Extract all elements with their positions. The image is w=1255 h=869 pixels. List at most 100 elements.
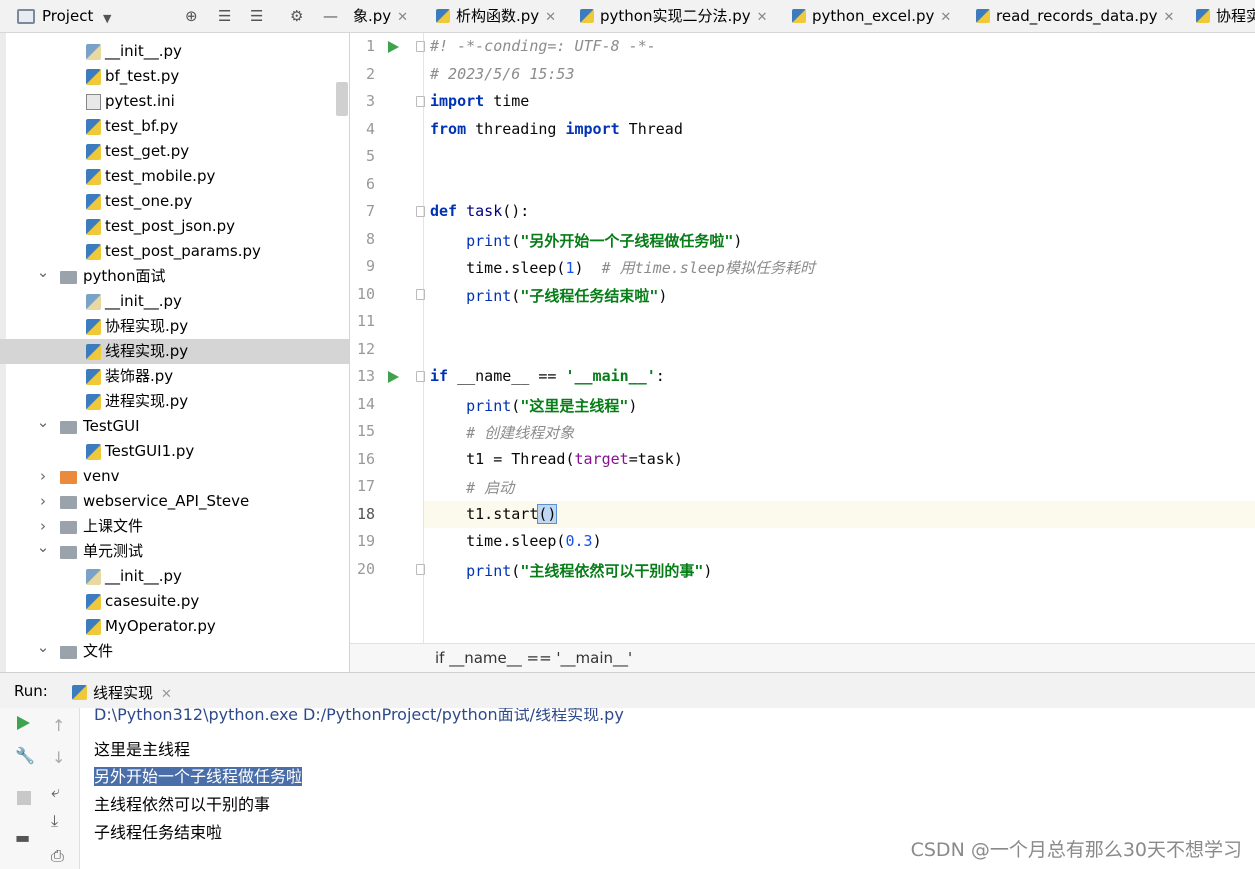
tree-file[interactable]: 协程实现.py (0, 314, 349, 339)
editor-tab[interactable]: 析构函数.py ✕ (436, 0, 556, 32)
locate-icon[interactable]: ⊕ (185, 7, 198, 25)
tree-file[interactable]: test_mobile.py (0, 164, 349, 189)
python-icon (436, 9, 450, 23)
console-output-line: 这里是主线程 (94, 739, 191, 759)
project-panel-title[interactable]: Project (42, 7, 93, 25)
tree-file[interactable]: test_post_json.py (0, 214, 349, 239)
arrow-up-icon[interactable]: ↑ (52, 716, 65, 735)
tree-file[interactable]: __init__.py (0, 289, 349, 314)
editor-tab[interactable]: 象.py ✕ (353, 0, 408, 32)
editor-tab[interactable]: 协程实 (1196, 0, 1255, 32)
tree-file[interactable]: 装饰器.py (0, 364, 349, 389)
run-tab[interactable]: 线程实现 ✕ (72, 682, 172, 703)
code-line[interactable]: print("这里是主线程") (430, 395, 637, 416)
chevron-down-icon[interactable]: ⌄ (36, 635, 50, 660)
arrow-down-icon[interactable]: ↓ (52, 748, 65, 767)
code-line[interactable]: t1 = Thread(target=task) (430, 450, 683, 468)
code-line[interactable]: # 2023/5/6 15:53 (430, 65, 575, 83)
tree-file[interactable]: __init__.py (0, 39, 349, 64)
minimize-icon[interactable]: — (323, 7, 338, 25)
wrench-icon[interactable]: 🔧 (15, 746, 35, 765)
tree-file[interactable]: test_bf.py (0, 114, 349, 139)
code-line[interactable]: import time (430, 92, 529, 110)
stop-icon[interactable] (17, 791, 31, 805)
editor-tab-label: python_excel.py (812, 7, 935, 25)
fold-icon[interactable] (416, 206, 425, 217)
tree-file[interactable]: casesuite.py (0, 589, 349, 614)
tree-folder[interactable]: ⌄ python面试 (0, 263, 349, 289)
tree-file[interactable]: __init__.py (0, 564, 349, 589)
code-line[interactable]: print("子线程任务结束啦") (430, 285, 667, 306)
code-line[interactable]: # 创建线程对象 (430, 422, 574, 443)
tree-file[interactable]: 线程实现.py (0, 339, 349, 364)
chevron-down-icon[interactable]: ⌄ (36, 260, 50, 285)
code-line[interactable]: #! -*-conding=: UTF-8 -*- (430, 37, 656, 55)
python-icon (72, 685, 87, 700)
editor-tab[interactable]: read_records_data.py ✕ (976, 0, 1174, 32)
tree-file[interactable]: 进程实现.py (0, 389, 349, 414)
tree-file[interactable]: TestGUI1.py (0, 439, 349, 464)
fold-icon[interactable] (416, 289, 425, 300)
code-line[interactable]: t1.start() (430, 503, 558, 524)
tree-folder[interactable]: › 上课文件 (0, 514, 349, 539)
chevron-right-icon[interactable]: › (36, 464, 50, 489)
tree-file[interactable]: bf_test.py (0, 64, 349, 89)
fold-icon[interactable] (416, 564, 425, 575)
tree-folder[interactable]: › venv (0, 464, 349, 489)
print-icon[interactable]: ⎙ (51, 846, 64, 866)
run-gutter-icon[interactable] (388, 41, 399, 53)
close-icon[interactable]: ✕ (161, 687, 172, 702)
close-icon[interactable]: ✕ (940, 10, 951, 25)
code-line[interactable]: time.sleep(1) # 用time.sleep模拟任务耗时 (430, 257, 815, 278)
gear-icon[interactable]: ⚙ (290, 7, 303, 25)
tree-item-label: 上课文件 (83, 517, 144, 535)
close-icon[interactable]: ✕ (1163, 10, 1174, 25)
chevron-down-icon[interactable]: ▼ (103, 10, 111, 28)
python-file-icon (86, 69, 101, 85)
line-number: 2 (365, 64, 375, 83)
folder-icon (60, 521, 77, 534)
line-number: 7 (365, 202, 375, 220)
code-line[interactable]: def task(): (430, 202, 529, 220)
watermark: CSDN @一个月总有那么30天不想学习 (910, 839, 1242, 861)
fold-icon[interactable] (416, 371, 425, 382)
chevron-down-icon[interactable]: ⌄ (36, 410, 50, 435)
tree-file[interactable]: test_get.py (0, 139, 349, 164)
tree-file[interactable]: pytest.ini (0, 89, 349, 114)
fold-icon[interactable] (416, 41, 425, 52)
editor-tab[interactable]: python实现二分法.py ✕ (580, 0, 768, 32)
code-line[interactable]: print("主线程依然可以干别的事") (430, 560, 712, 581)
editor-tab[interactable]: python_excel.py ✕ (792, 0, 951, 32)
run-gutter-icon[interactable] (388, 371, 399, 383)
code-line[interactable]: time.sleep(0.3) (430, 532, 601, 550)
code-line[interactable]: from threading import Thread (430, 120, 683, 138)
layout-icon[interactable]: ▬ (15, 828, 30, 847)
expand-all-icon[interactable]: ☰ (218, 7, 231, 25)
scroll-to-end-icon[interactable]: ⤓ (51, 811, 58, 831)
close-icon[interactable]: ✕ (757, 10, 768, 25)
breadcrumb[interactable]: if __name__ == '__main__' (350, 643, 1255, 672)
chevron-down-icon[interactable]: ⌄ (36, 535, 50, 560)
code-line[interactable]: # 启动 (430, 477, 514, 498)
tree-folder[interactable]: › webservice_API_Steve (0, 489, 349, 514)
collapse-all-icon[interactable]: ☰ (250, 7, 263, 25)
chevron-right-icon[interactable]: › (36, 489, 50, 514)
code-line[interactable]: if __name__ == '__main__': (430, 367, 665, 385)
soft-wrap-icon[interactable]: ⤶ (51, 782, 60, 802)
tree-folder[interactable]: ⌄ 文件 (0, 638, 349, 664)
code-line[interactable]: print("另外开始一个子线程做任务啦") (430, 230, 742, 251)
tree-folder[interactable]: ⌄ TestGUI (0, 413, 349, 439)
line-number: 18 (356, 504, 375, 523)
fold-icon[interactable] (416, 96, 425, 107)
close-icon[interactable]: ✕ (397, 10, 408, 25)
python-icon (792, 9, 806, 23)
tree-file[interactable]: MyOperator.py (0, 614, 349, 639)
rerun-icon[interactable] (17, 716, 30, 730)
tree-folder[interactable]: ⌄ 单元测试 (0, 538, 349, 564)
tree-file[interactable]: test_one.py (0, 189, 349, 214)
tree-file[interactable]: test_post_params.py (0, 239, 349, 264)
close-icon[interactable]: ✕ (545, 10, 556, 25)
editor-tabs: 象.py ✕ 析构函数.py ✕ python实现二分法.py ✕ python_excel… (350, 0, 1255, 33)
python-file-icon (86, 119, 101, 135)
line-number: 17 (356, 477, 375, 495)
